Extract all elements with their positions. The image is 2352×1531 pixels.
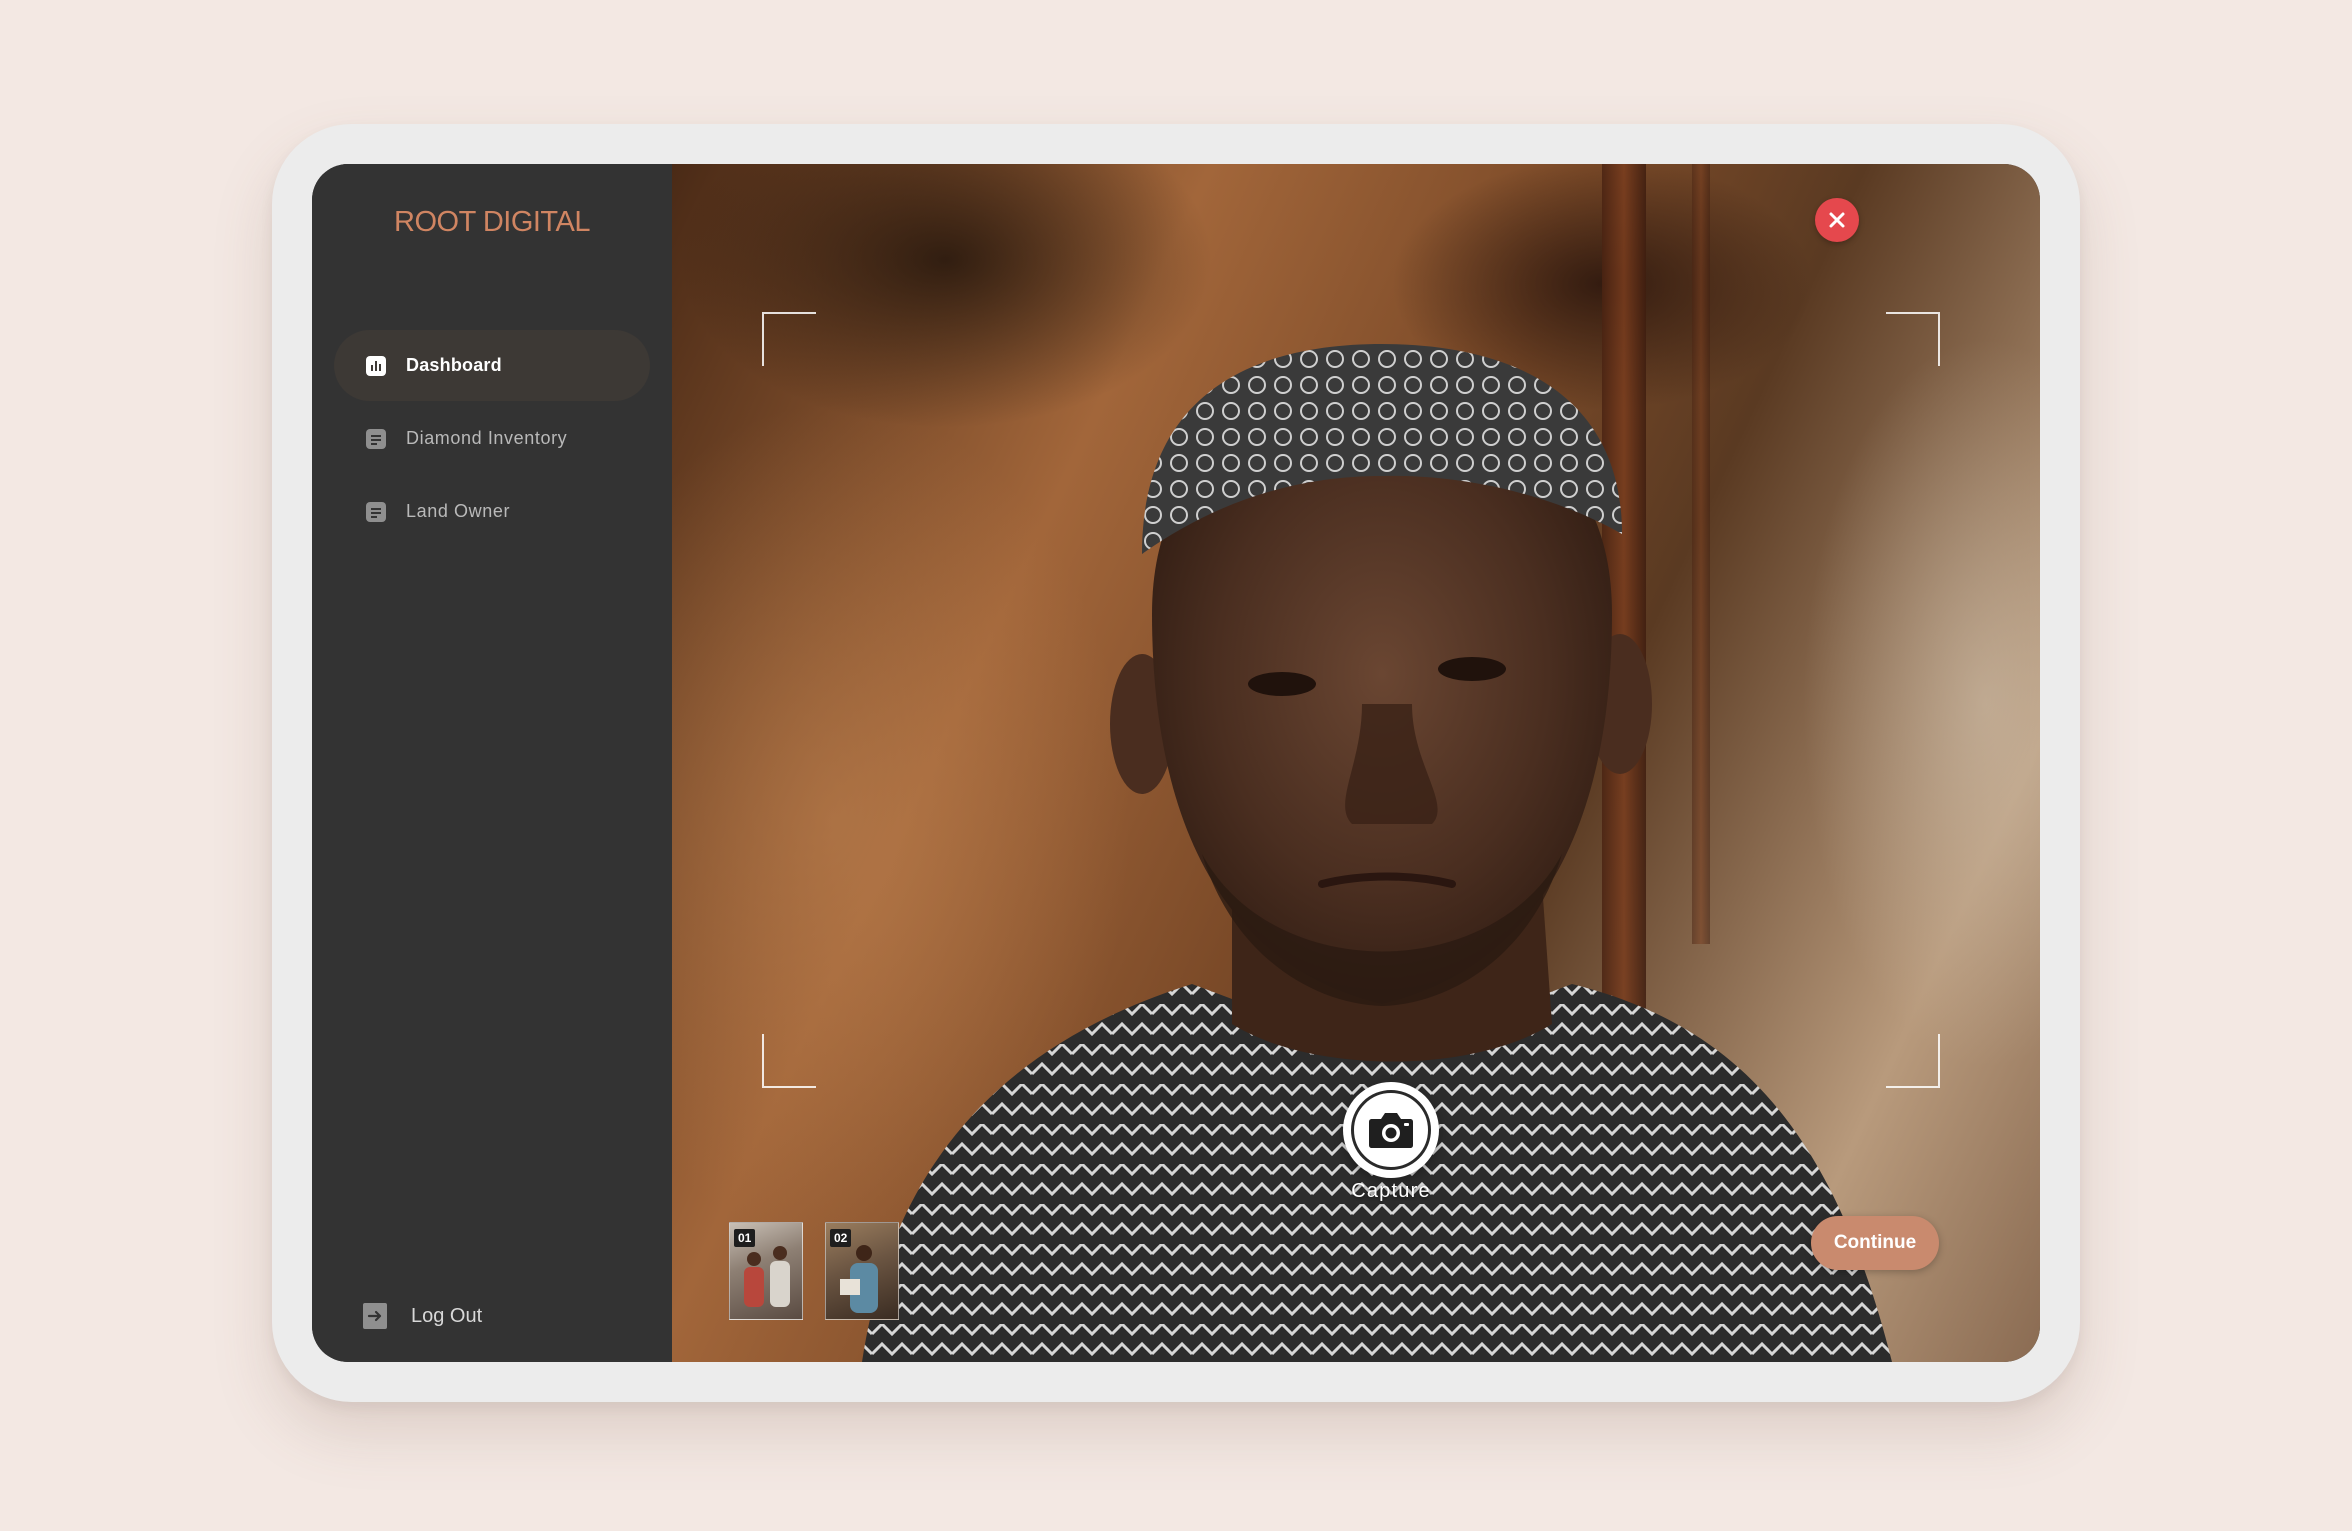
logout-icon — [363, 1303, 387, 1329]
sidebar: ROOT DIGITAL Dashboard Diamond Inventory… — [312, 164, 672, 1362]
thumbnail-number: 01 — [734, 1229, 756, 1247]
focus-corner-bottom-right — [1886, 1034, 1940, 1088]
document-icon — [366, 428, 386, 449]
sidebar-item-label: Diamond Inventory — [406, 428, 568, 448]
document-icon — [366, 501, 386, 522]
logout-label: Log Out — [411, 1304, 483, 1327]
capture-button[interactable] — [1343, 1082, 1439, 1178]
capture-label: Capture — [1351, 1180, 1431, 1202]
focus-corner-top-right — [1886, 312, 1940, 366]
focus-corner-top-left — [762, 312, 816, 366]
close-button[interactable] — [1815, 198, 1859, 242]
thumbnail-02[interactable]: 02 — [825, 1222, 899, 1320]
thumbnail-number: 02 — [830, 1229, 852, 1247]
camera-icon — [1369, 1113, 1413, 1148]
thumbnail-01[interactable]: 01 — [729, 1222, 803, 1320]
sidebar-item-label: Dashboard — [406, 355, 502, 375]
app-screen: ROOT DIGITAL Dashboard Diamond Inventory… — [312, 164, 2040, 1362]
sidebar-item-diamond-inventory[interactable]: Diamond Inventory — [334, 403, 650, 474]
sidebar-item-dashboard[interactable]: Dashboard — [334, 330, 650, 401]
tablet-frame: ROOT DIGITAL Dashboard Diamond Inventory… — [272, 124, 2080, 1402]
capture-button-ring — [1351, 1090, 1431, 1170]
logout-button[interactable]: Log Out — [363, 1303, 482, 1329]
sidebar-item-land-owner[interactable]: Land Owner — [334, 476, 650, 547]
brand-logo: ROOT DIGITAL — [394, 206, 590, 238]
close-icon — [1829, 212, 1845, 228]
bar-chart-icon — [366, 355, 386, 376]
sidebar-item-label: Land Owner — [406, 501, 511, 521]
focus-corner-bottom-left — [762, 1034, 816, 1088]
continue-button[interactable]: Continue — [1811, 1216, 1939, 1270]
camera-viewport: Capture 01 02 Continue — [672, 164, 2040, 1362]
